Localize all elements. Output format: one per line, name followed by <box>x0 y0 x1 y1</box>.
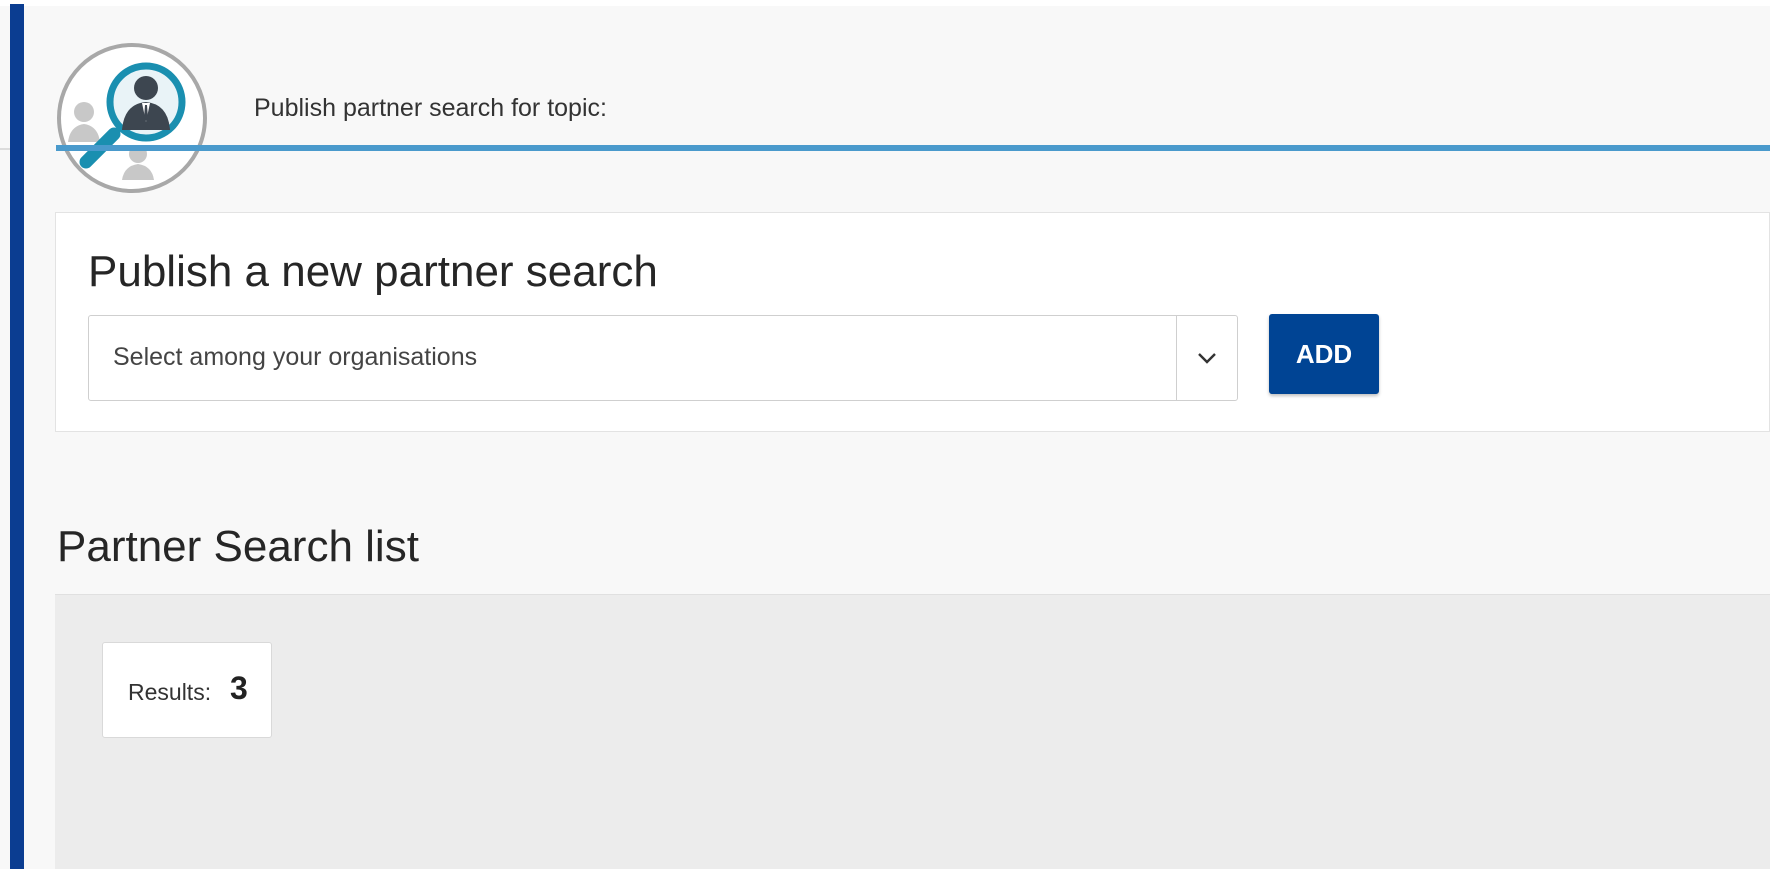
left-accent-bar <box>10 4 24 869</box>
partner-search-list-title: Partner Search list <box>57 522 419 571</box>
organisation-select-placeholder: Select among your organisations <box>113 343 478 371</box>
results-label: Results: <box>128 679 212 705</box>
results-counter: Results: 3 <box>102 642 272 738</box>
header-title: Publish partner search for topic: <box>254 94 607 122</box>
partner-search-list-panel: Results: 3 <box>55 594 1770 869</box>
chevron-down-icon <box>1198 353 1216 364</box>
organisation-select[interactable]: Select among your organisations <box>88 315 1238 401</box>
header-divider <box>56 145 1770 151</box>
partner-search-icon <box>56 42 208 194</box>
results-count: 3 <box>230 670 248 706</box>
side-divider <box>0 148 10 150</box>
publish-card: Publish a new partner search Select amon… <box>55 212 1770 432</box>
page-header: Publish partner search for topic: <box>56 30 1770 200</box>
publish-card-title: Publish a new partner search <box>88 247 658 296</box>
add-button[interactable]: ADD <box>1269 314 1379 394</box>
dropdown-toggle[interactable] <box>1177 316 1237 400</box>
top-strip <box>0 0 1770 6</box>
